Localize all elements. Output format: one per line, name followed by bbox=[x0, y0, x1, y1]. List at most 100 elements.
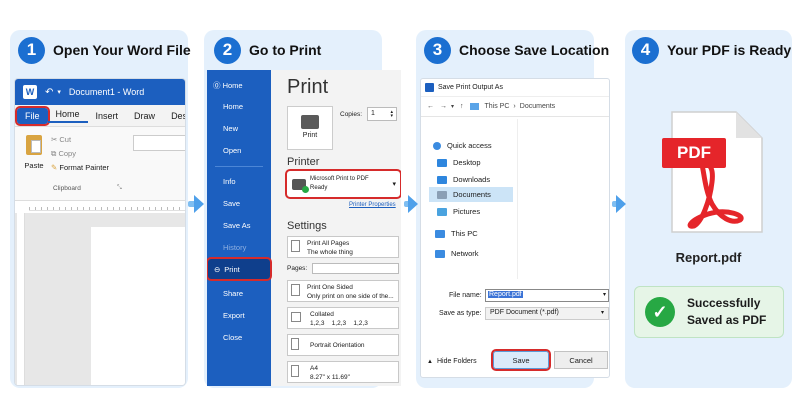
computer-icon bbox=[435, 229, 445, 238]
save-button[interactable]: Save bbox=[491, 349, 551, 371]
breadcrumb-this-pc[interactable]: This PC bbox=[485, 103, 510, 110]
collated-icon bbox=[291, 312, 301, 322]
document-page[interactable] bbox=[91, 227, 185, 385]
tab-file[interactable]: File bbox=[15, 105, 50, 126]
dialog-launcher-icon[interactable]: ⤡ bbox=[117, 185, 122, 192]
step-number-badge: 3 bbox=[424, 36, 451, 64]
cancel-button[interactable]: Cancel bbox=[554, 351, 608, 369]
step4-header: 4 Your PDF is Ready bbox=[632, 36, 791, 64]
word-window: W ↶ ▾ Document1 - Word File Home Insert … bbox=[14, 78, 186, 386]
backstage-back[interactable]: ⓪ Home bbox=[207, 80, 269, 91]
checkmark-icon: ✓ bbox=[645, 297, 675, 327]
address-bar: ← → ▾ ↑ This PC › Documents bbox=[421, 97, 609, 117]
collation-dropdown[interactable]: Collated 1,2,3 1,2,3 1,2,3 bbox=[287, 307, 399, 329]
chevron-down-icon[interactable]: ▾ bbox=[603, 291, 606, 298]
chevron-down-icon[interactable]: ▾ bbox=[451, 103, 454, 110]
one-sided-icon bbox=[291, 284, 300, 296]
word-title-bar: W ↶ ▾ Document1 - Word bbox=[15, 79, 185, 105]
sidebar-item-this-pc[interactable]: This PC bbox=[435, 229, 478, 238]
nav-info[interactable]: Info bbox=[207, 177, 269, 186]
network-icon bbox=[435, 249, 445, 258]
star-icon bbox=[433, 141, 441, 150]
dialog-title: Save Print Output As bbox=[438, 84, 503, 91]
nav-new[interactable]: New bbox=[207, 124, 269, 133]
pdf-badge: PDF bbox=[662, 138, 726, 168]
print-button[interactable]: Print bbox=[287, 106, 333, 150]
save-dialog: Save Print Output As ← → ▾ ↑ This PC › D… bbox=[420, 78, 610, 378]
settings-heading: Settings bbox=[287, 220, 327, 232]
printer-selector[interactable]: Microsoft Print to PDF Ready ▾ bbox=[285, 169, 401, 199]
copies-stepper[interactable]: 1 ▴ ▾ bbox=[367, 107, 397, 121]
success-message-box: ✓ Successfully Saved as PDF bbox=[634, 286, 784, 338]
printer-properties-link[interactable]: Printer Properties bbox=[349, 202, 396, 208]
nav-export[interactable]: Export bbox=[207, 311, 269, 320]
step-number-badge: 1 bbox=[18, 36, 45, 64]
chevron-up-icon: ▲ bbox=[427, 358, 433, 365]
sidebar-item-desktop[interactable]: Desktop bbox=[437, 158, 481, 167]
pdf-file-icon: PDF bbox=[662, 110, 764, 236]
sidebar-item-downloads[interactable]: Downloads bbox=[437, 175, 490, 184]
cut-button[interactable]: ✂ Cut bbox=[51, 135, 71, 144]
scissors-icon: ✂ bbox=[51, 135, 58, 144]
success-line-1: Successfully bbox=[687, 296, 761, 310]
tab-insert[interactable]: Insert bbox=[88, 111, 127, 121]
file-list-area[interactable] bbox=[517, 119, 609, 279]
breadcrumb-documents[interactable]: Documents bbox=[520, 103, 555, 110]
nav-save[interactable]: Save bbox=[207, 199, 269, 208]
print-range-dropdown[interactable]: Print All Pages The whole thing bbox=[287, 236, 399, 258]
font-box[interactable] bbox=[133, 135, 185, 151]
step-title: Go to Print bbox=[249, 42, 322, 58]
nav-print[interactable]: ⊖ Print bbox=[207, 257, 272, 281]
nav-open[interactable]: Open bbox=[207, 146, 269, 155]
file-name-input[interactable]: Report.pdf ▾ bbox=[485, 289, 609, 302]
nav-home[interactable]: Home bbox=[207, 102, 269, 111]
portrait-icon bbox=[291, 338, 299, 350]
paper-size-dropdown[interactable]: A4 8.27" x 11.69" bbox=[287, 361, 399, 383]
printer-heading: Printer bbox=[287, 156, 320, 168]
paste-label: Paste bbox=[24, 161, 44, 170]
paste-button[interactable]: Paste bbox=[23, 135, 45, 173]
ribbon-body: Paste ✂ Cut ⧉ Copy ✎ Format Painter Clip… bbox=[15, 127, 185, 201]
chevron-down-icon[interactable]: ▾ bbox=[57, 88, 61, 96]
step2-header: 2 Go to Print bbox=[214, 36, 321, 64]
nav-close[interactable]: Close bbox=[207, 333, 269, 342]
nav-divider bbox=[215, 166, 263, 167]
tab-draw[interactable]: Draw bbox=[126, 111, 163, 121]
print-nav-icon: ⊖ bbox=[214, 264, 221, 274]
document-title: Document1 - Word bbox=[68, 87, 145, 97]
nav-history[interactable]: History bbox=[207, 243, 269, 252]
copy-icon: ⧉ bbox=[51, 149, 57, 158]
nav-save-as[interactable]: Save As bbox=[207, 221, 269, 230]
sidebar-item-quick-access[interactable]: Quick access bbox=[433, 141, 492, 150]
save-type-select[interactable]: PDF Document (*.pdf) ▾ bbox=[485, 307, 609, 320]
step-title: Open Your Word File bbox=[53, 42, 191, 58]
pages-input[interactable] bbox=[312, 263, 399, 274]
vertical-ruler bbox=[17, 213, 25, 385]
sidebar-item-pictures[interactable]: Pictures bbox=[437, 207, 480, 216]
paintbrush-icon: ✎ bbox=[51, 163, 58, 172]
word-logo-icon bbox=[425, 83, 434, 92]
sidebar-item-documents[interactable]: Documents bbox=[437, 190, 491, 199]
forward-arrow-icon[interactable]: → bbox=[440, 103, 447, 110]
format-painter-button[interactable]: ✎ Format Painter bbox=[51, 163, 109, 172]
up-arrow-icon[interactable]: ↑ bbox=[460, 103, 464, 110]
nav-share[interactable]: Share bbox=[207, 289, 269, 298]
undo-icon[interactable]: ↶ bbox=[45, 87, 53, 98]
next-step-arrow bbox=[194, 195, 204, 213]
stepper-arrows-icon[interactable]: ▴ ▾ bbox=[390, 110, 393, 119]
copy-button[interactable]: ⧉ Copy bbox=[51, 149, 76, 159]
orientation-dropdown[interactable]: Portrait Orientation bbox=[287, 334, 399, 356]
tab-home[interactable]: Home bbox=[47, 109, 88, 123]
step1-header: 1 Open Your Word File bbox=[18, 36, 191, 64]
sidebar-item-network[interactable]: Network bbox=[435, 249, 479, 258]
pages-label: Pages: bbox=[287, 265, 308, 272]
hide-folders-button[interactable]: ▲ Hide Folders bbox=[427, 358, 477, 365]
step-number-badge: 2 bbox=[214, 36, 241, 64]
tab-design[interactable]: Design bbox=[163, 111, 185, 121]
clipboard-group-label: Clipboard bbox=[53, 185, 81, 192]
clipboard-icon bbox=[26, 135, 42, 155]
sides-dropdown[interactable]: Print One Sided Only print on one side of… bbox=[287, 280, 399, 302]
back-arrow-icon[interactable]: ← bbox=[427, 103, 434, 110]
chevron-down-icon: ▾ bbox=[600, 310, 604, 316]
step-title: Your PDF is Ready bbox=[667, 42, 792, 58]
